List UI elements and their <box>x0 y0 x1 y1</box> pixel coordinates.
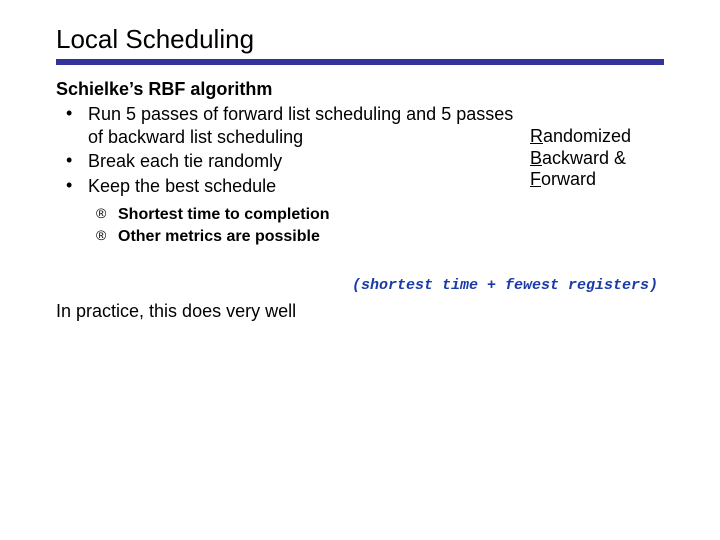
sub-bullet-list: Shortest time to completion Other metric… <box>56 204 664 247</box>
parenthetical-note: (shortest time + fewest registers) <box>352 277 658 294</box>
side-note-line: Backward & <box>530 148 690 170</box>
slide: Local Scheduling Schielke’s RBF algorith… <box>0 0 720 540</box>
slide-title: Local Scheduling <box>56 24 664 55</box>
sub-bullet-item: Other metrics are possible <box>96 226 664 248</box>
rbf-acronym-note: Randomized Backward & Forward <box>530 126 690 191</box>
side-note-line: Forward <box>530 169 690 191</box>
subtitle: Schielke’s RBF algorithm <box>56 79 664 100</box>
sub-bullet-item: Shortest time to completion <box>96 204 664 226</box>
bullet-item: Run 5 passes of forward list scheduling … <box>66 102 518 149</box>
side-note-line: Randomized <box>530 126 690 148</box>
closing-line: In practice, this does very well <box>56 301 664 322</box>
title-rule <box>56 59 664 65</box>
